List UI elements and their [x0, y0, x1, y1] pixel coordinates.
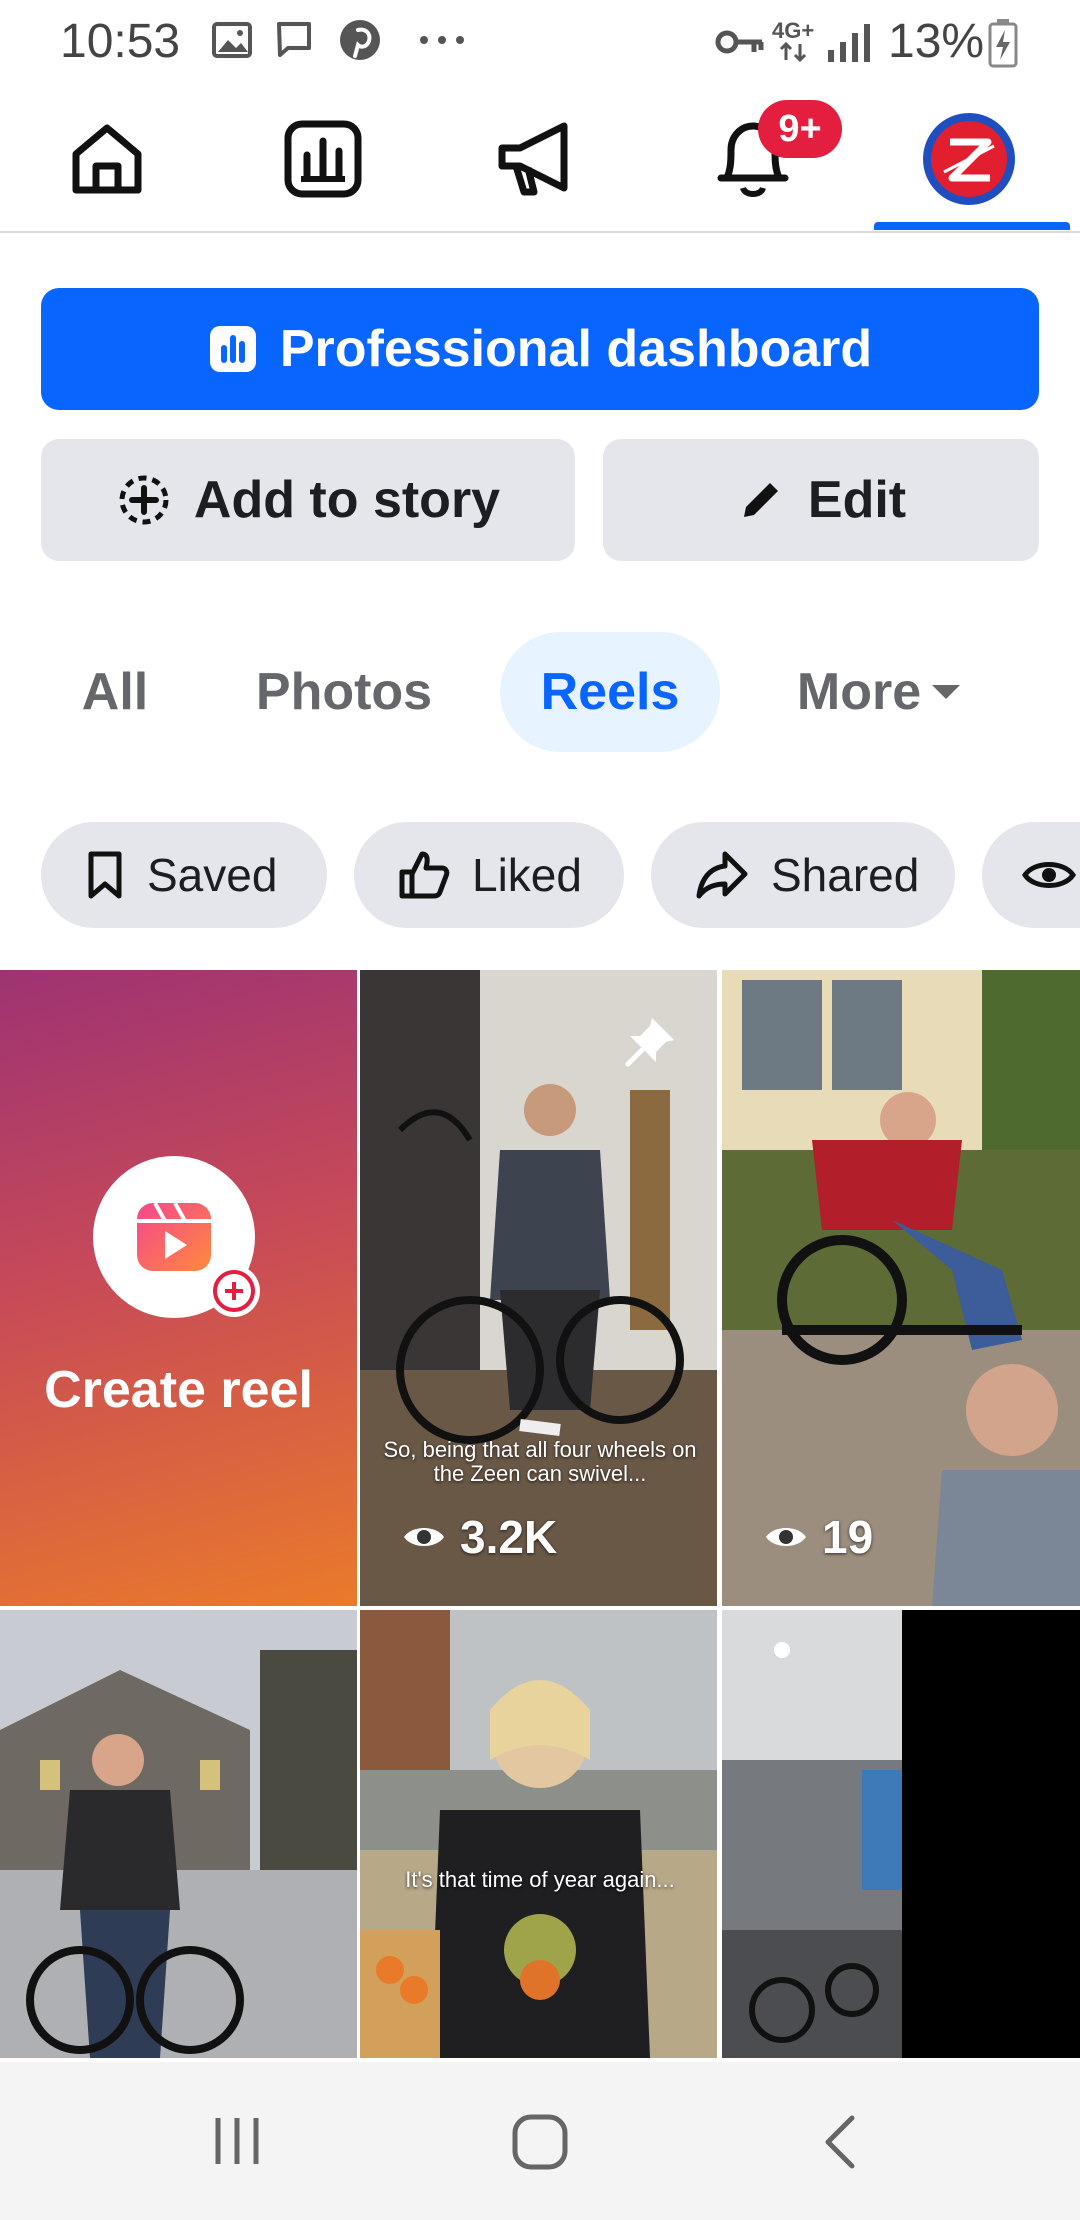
add-to-story-button[interactable]: Add to story	[41, 439, 575, 561]
back-icon[interactable]	[820, 2114, 860, 2170]
reel-image-5	[722, 1610, 1080, 2058]
create-reel-plus	[208, 1265, 260, 1317]
create-reel-tile[interactable]: Create reel	[0, 970, 357, 1606]
reel-caption-4: It's that time of year again...	[405, 1867, 675, 1892]
recent-apps-icon[interactable]	[210, 2114, 264, 2168]
reel-thumbnail-2[interactable]: 19	[722, 970, 1080, 1606]
reel-thumbnail-5[interactable]	[722, 1610, 1080, 2058]
dashboard-label: Professional dashboard	[279, 320, 873, 378]
battery-icon	[988, 19, 1018, 68]
megaphone-icon	[498, 122, 568, 195]
tab-more-label: More	[796, 663, 922, 721]
caret-down-icon	[932, 685, 961, 699]
chip-shared-label: Shared	[771, 849, 920, 901]
pencil-icon	[736, 475, 786, 525]
tab-photos-label: Photos	[255, 663, 433, 721]
pin-icon	[625, 1018, 674, 1067]
tab-more[interactable]: More	[770, 632, 990, 752]
reel-views-count-1: 3.2K	[460, 1511, 558, 1563]
eye-icon	[1022, 855, 1076, 895]
share-icon	[695, 850, 749, 900]
pinterest-icon	[340, 20, 380, 60]
nav-profile[interactable]	[884, 86, 1054, 231]
key-icon	[715, 30, 764, 54]
tab-all[interactable]: All	[50, 632, 180, 752]
reels-icon	[137, 1202, 211, 1271]
tab-reels-label: Reels	[540, 663, 680, 721]
reel-image-4	[360, 1610, 717, 2058]
professional-dashboard-button[interactable]: Professional dashboard	[41, 288, 1039, 410]
plus-circle-icon	[213, 1270, 255, 1312]
reel-views-count-2: 19	[822, 1511, 874, 1563]
network-type: 4G+	[772, 18, 815, 43]
tab-all-label: All	[81, 663, 149, 721]
reel-views-1: 3.2K	[402, 1510, 557, 1564]
reel-image-3	[0, 1610, 357, 2058]
chip-viewed[interactable]	[982, 822, 1080, 928]
reel-views-2: 19	[764, 1510, 873, 1564]
home-icon	[72, 124, 142, 193]
chip-liked-label: Liked	[472, 849, 582, 901]
eye-icon	[766, 1528, 806, 1546]
reel-thumbnail-3[interactable]	[0, 1610, 357, 2058]
edit-label: Edit	[807, 471, 907, 529]
signal-icon	[828, 24, 870, 62]
thumbs-up-icon	[398, 850, 450, 900]
chip-saved-label: Saved	[147, 849, 278, 901]
chip-liked[interactable]: Liked	[354, 822, 624, 928]
eye-icon	[404, 1528, 444, 1546]
nav-home[interactable]	[22, 86, 192, 231]
top-nav	[0, 86, 1080, 233]
system-navigation-bar	[0, 2062, 1080, 2220]
battery-percentage: 13%	[888, 15, 985, 68]
tab-reels[interactable]: Reels	[500, 632, 720, 752]
dashboard-icon	[208, 324, 258, 374]
add-story-icon	[116, 472, 172, 528]
nav-ads[interactable]	[452, 86, 622, 231]
more-dots-icon	[420, 36, 464, 44]
create-reel-label: Create reel	[44, 1361, 313, 1419]
reel-caption-1: So, being that all four wheels on the Ze…	[383, 1437, 697, 1486]
home-button-icon[interactable]	[510, 2112, 570, 2172]
bar-chart-icon	[284, 120, 362, 197]
edit-button[interactable]: Edit	[603, 439, 1039, 561]
nav-insights[interactable]	[238, 86, 408, 231]
reel-thumbnail-4[interactable]: It's that time of year again...	[360, 1610, 717, 2058]
chip-shared[interactable]: Shared	[651, 822, 955, 928]
status-time: 10:53	[60, 15, 181, 68]
data-arrows-icon	[779, 42, 807, 62]
notification-badge: 9+	[758, 100, 842, 158]
gallery-icon	[212, 22, 252, 58]
add-to-story-label: Add to story	[193, 471, 501, 529]
chip-saved[interactable]: Saved	[41, 822, 327, 928]
avatar	[923, 112, 1015, 205]
status-bar: 10:53 4G+ 13%	[0, 0, 1080, 86]
message-icon	[277, 22, 311, 57]
bookmark-icon	[85, 850, 125, 900]
tab-photos[interactable]: Photos	[234, 632, 454, 752]
active-tab-indicator	[874, 222, 1070, 230]
reel-thumbnail-1[interactable]: So, being that all four wheels on the Ze…	[360, 970, 717, 1606]
